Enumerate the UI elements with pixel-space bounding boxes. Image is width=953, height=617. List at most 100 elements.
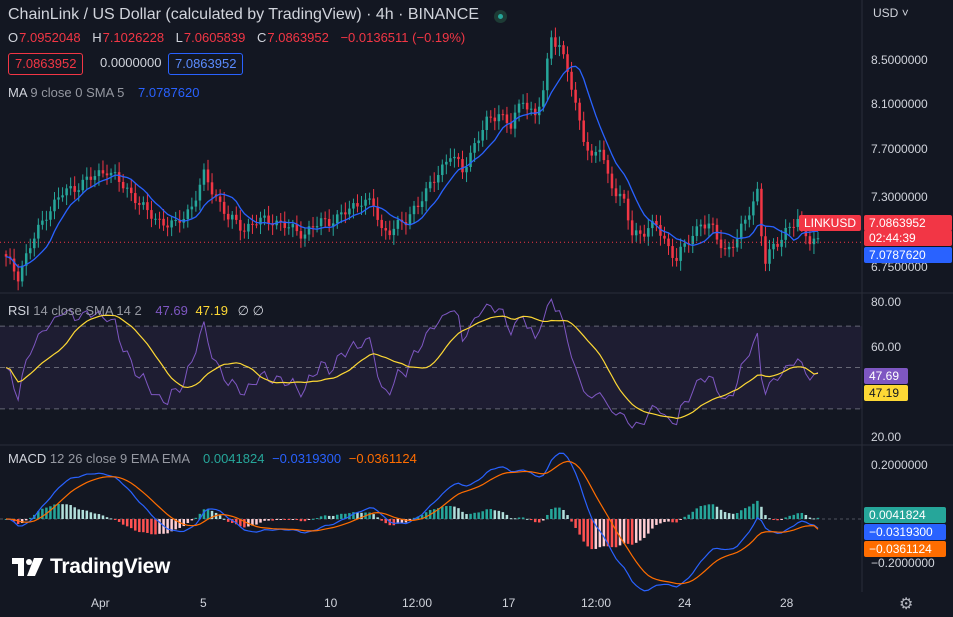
candle-body: [49, 211, 52, 220]
candle-body: [663, 235, 666, 239]
candle-body: [542, 90, 545, 107]
candle-body: [311, 226, 315, 228]
macd-histogram-bar: [453, 506, 456, 519]
candle-body: [465, 167, 468, 173]
macd-histogram-bar: [776, 519, 779, 521]
candle-body: [142, 202, 145, 205]
candle-body: [206, 169, 210, 183]
candle-body: [412, 205, 416, 215]
time-tick: 12:00: [581, 596, 612, 610]
candle-body: [602, 149, 606, 161]
time-tick: 24: [678, 596, 692, 610]
ma-legend[interactable]: MA 9 close 0 SMA 5 7.0787620: [8, 85, 199, 100]
candle-body: [360, 205, 363, 207]
macd-histogram-bar: [711, 504, 715, 519]
macd-histogram-bar: [218, 515, 222, 519]
macd-histogram-bar: [626, 519, 630, 544]
candle-body: [792, 226, 795, 228]
rsi-extra-values: ∅ ∅: [237, 303, 264, 318]
macd-histogram-bar: [792, 514, 795, 519]
candle-body: [562, 45, 565, 55]
candle-body: [97, 170, 101, 177]
macd-histogram-bar: [255, 519, 258, 525]
candle-body: [45, 219, 48, 221]
candle-body: [226, 213, 230, 220]
tradingview-logo[interactable]: TradingView: [12, 555, 170, 579]
change-value: −0.0136511 (−0.19%): [340, 30, 466, 45]
candle-body: [493, 117, 497, 122]
candle-body: [364, 199, 367, 206]
currency-select[interactable]: USD ˅: [873, 6, 909, 20]
candle-body: [816, 238, 820, 240]
macd-histogram-bar: [473, 512, 476, 519]
macd-histogram-bar: [562, 509, 565, 519]
macd-histogram-bar: [376, 517, 379, 519]
candle-body: [780, 239, 783, 247]
macd-histogram-bar: [449, 505, 452, 519]
macd-histogram-bar: [287, 519, 291, 520]
macd-histogram-bar: [121, 519, 125, 525]
candle-body: [392, 228, 396, 236]
macd-histogram-bar: [699, 506, 703, 519]
macd-histogram-bar: [323, 515, 327, 519]
macd-histogram-bar: [125, 519, 129, 527]
candle-body: [501, 114, 505, 116]
macd-histogram-bar: [533, 519, 537, 523]
macd-histogram-bar: [513, 518, 517, 520]
macd-histogram-bar: [65, 504, 68, 519]
gear-icon[interactable]: ⚙: [899, 594, 913, 614]
candle-body: [634, 230, 638, 236]
macd-histogram-bar: [481, 511, 484, 519]
macd-histogram-bar: [756, 500, 759, 519]
macd-histogram-bar: [812, 518, 816, 520]
candle-body: [614, 188, 618, 197]
macd-histogram-bar: [525, 518, 529, 520]
price-tick: 8.5000000: [871, 53, 928, 67]
candle-body: [146, 202, 149, 211]
time-tick: 12:00: [402, 596, 433, 610]
macd-histogram-bar: [432, 509, 436, 519]
buy-button[interactable]: 7.0863952: [168, 53, 244, 75]
candle-body: [384, 228, 387, 231]
macd-histogram-bar: [194, 517, 198, 519]
macd-histogram-bar: [667, 519, 670, 522]
macd-histogram-bar: [703, 505, 707, 519]
macd-histogram-bar: [638, 519, 642, 541]
macd-histogram-bar: [735, 513, 739, 519]
candle-body: [598, 149, 602, 152]
macd-histogram-bar: [392, 519, 396, 526]
macd-histogram-bar: [691, 511, 695, 519]
candle-body: [630, 220, 634, 236]
candle-body: [255, 224, 258, 226]
macd-histogram-bar: [554, 507, 557, 519]
candle-body: [735, 239, 739, 248]
sell-button[interactable]: 7.0863952: [8, 53, 84, 75]
macd-histogram-bar: [190, 519, 194, 521]
candle-body: [521, 102, 525, 104]
macd-histogram-bar: [311, 518, 315, 520]
candle-body: [85, 176, 89, 180]
macd-histogram-bar: [166, 519, 169, 534]
macd-histogram-bar: [634, 519, 638, 543]
spread-value: 0.0000000: [100, 55, 162, 70]
candle-body: [590, 150, 594, 156]
candle-body: [533, 108, 537, 116]
macd-legend[interactable]: MACD 12 26 close 9 EMA EMA 0.0041824 −0.…: [8, 451, 417, 466]
candle-body: [93, 176, 97, 180]
candle-body: [340, 212, 343, 215]
candle-body: [744, 219, 747, 224]
candle-body: [113, 172, 117, 174]
candle-body: [699, 224, 703, 227]
macd-histogram-bar: [291, 519, 295, 520]
candle-body: [53, 199, 56, 212]
candle-body: [731, 246, 735, 248]
macd-tick: 0.2000000: [871, 458, 928, 472]
macd-histogram-bar: [671, 519, 674, 523]
rsi-legend[interactable]: RSI 14 close SMA 14 2 47.69 47.19 ∅ ∅: [8, 303, 264, 319]
candle-body: [251, 223, 254, 225]
macd-histogram-bar: [279, 519, 282, 520]
macd-histogram-bar: [356, 512, 359, 519]
rsi-tick: 60.00: [871, 340, 902, 354]
candle-body: [202, 169, 206, 185]
macd-histogram-bar: [659, 519, 662, 524]
